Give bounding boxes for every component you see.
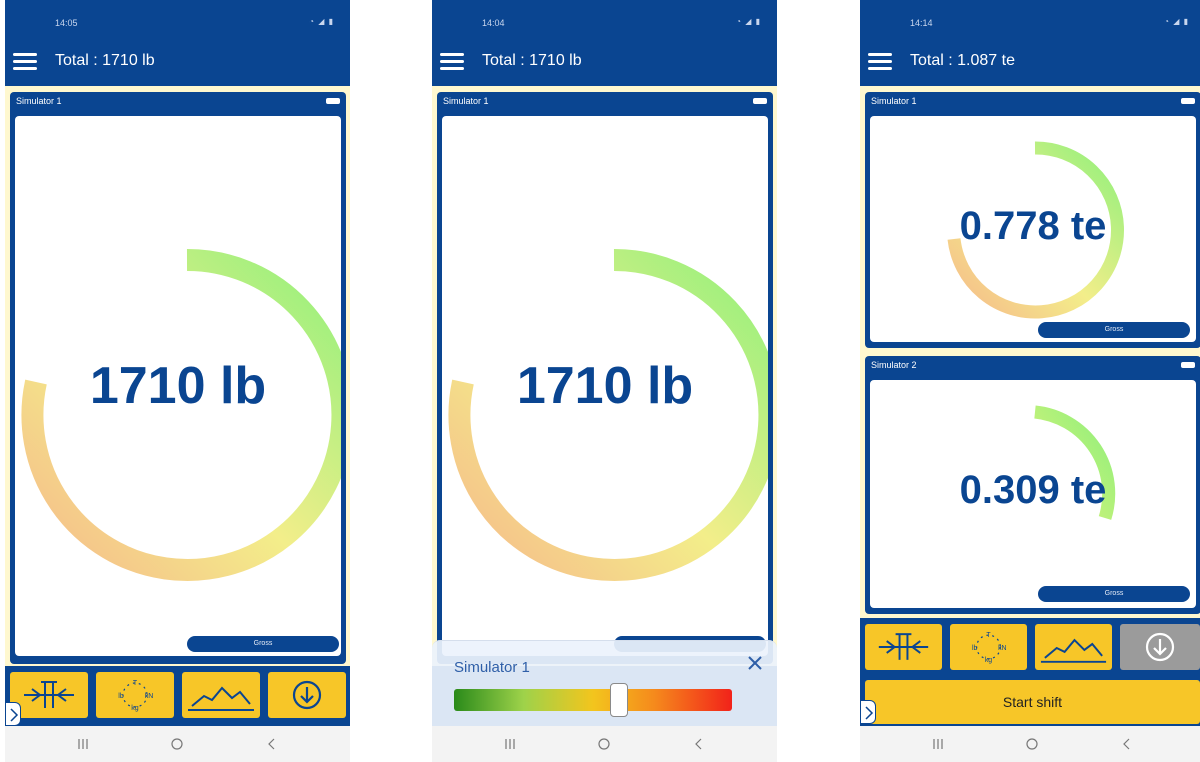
status-bar: 14:14 ◔ ◢ ▮ xyxy=(860,0,1200,40)
unit-label-bottom: kg xyxy=(131,705,139,712)
phone-screen-1: 14:05 ◔ ◢ ▮ Total : 1710 lb Simulator 1 … xyxy=(5,0,350,762)
simulator-card[interactable]: Simulator 1 1710 lb xyxy=(437,92,773,664)
unit-label-right: kN xyxy=(145,693,154,700)
signal-battery-icons: ◔ ◢ ▮ xyxy=(1164,17,1189,26)
battery-icon xyxy=(1181,98,1195,104)
system-nav-bar xyxy=(860,726,1200,762)
card-title: Simulator 1 xyxy=(16,96,62,106)
system-nav-bar xyxy=(5,726,350,762)
load-slider[interactable] xyxy=(454,683,732,717)
battery-icon xyxy=(753,98,767,104)
system-nav-bar xyxy=(432,726,777,762)
gross-badge[interactable]: Gross xyxy=(1038,322,1190,338)
sheet-title: Simulator 1 xyxy=(454,659,530,676)
load-value: 0.309 te xyxy=(959,468,1107,512)
home-icon[interactable] xyxy=(1020,734,1044,754)
battery-icon xyxy=(326,98,340,104)
graph-button[interactable] xyxy=(182,672,260,718)
slider-thumb[interactable] xyxy=(610,683,628,717)
signal-battery-icons: ◔ ◢ ▮ xyxy=(309,17,334,26)
back-icon[interactable] xyxy=(1115,734,1139,754)
simulator-bottom-sheet: Simulator 1 xyxy=(432,640,777,726)
card-title: Simulator 1 xyxy=(871,96,917,106)
phone-screen-3: 14:14 ◔ ◢ ▮ Total : 1.087 te Simulator 1… xyxy=(860,0,1200,762)
toolbar: T lb kN kg xyxy=(5,666,350,726)
card-title: Simulator 1 xyxy=(443,96,489,106)
unit-label-bottom: kg xyxy=(985,657,992,664)
card-display: 1710 lb xyxy=(442,116,768,656)
card-display: 1710 lb Gross xyxy=(15,116,341,656)
simulator-card[interactable]: Simulator 2 0.309 te Gross xyxy=(865,356,1200,614)
battery-icon xyxy=(1181,362,1195,368)
load-value: 1710 lb xyxy=(89,357,267,415)
expand-tab[interactable] xyxy=(860,700,876,724)
expand-tab[interactable] xyxy=(5,702,21,726)
back-icon[interactable] xyxy=(687,734,711,754)
simulator-card[interactable]: Simulator 1 0.778 te Gross xyxy=(865,92,1200,348)
load-value: 0.778 te xyxy=(959,204,1107,248)
page-title: Total : 1710 lb xyxy=(55,52,155,69)
recent-apps-icon[interactable] xyxy=(71,734,95,754)
home-icon[interactable] xyxy=(165,734,189,754)
start-shift-button[interactable]: Start shift xyxy=(865,680,1200,724)
page-title: Total : 1.087 te xyxy=(910,52,1015,69)
card-display: 0.778 te Gross xyxy=(870,116,1196,342)
app-bar: Total : 1710 lb xyxy=(5,40,350,86)
graph-icon xyxy=(1040,638,1107,663)
card-title: Simulator 2 xyxy=(871,360,917,370)
load-value: 1710 lb xyxy=(516,357,694,415)
download-button[interactable] xyxy=(268,672,346,718)
graph-icon xyxy=(188,686,254,711)
card-display: 0.309 te Gross xyxy=(870,380,1196,608)
close-icon[interactable] xyxy=(745,653,765,673)
graph-button[interactable] xyxy=(1035,624,1112,670)
unit-label-right: kN xyxy=(998,645,1006,652)
chevron-right-icon xyxy=(865,706,874,720)
page-title: Total : 1710 lb xyxy=(482,52,582,69)
unit-label-left: lb xyxy=(118,693,124,700)
tare-icon xyxy=(878,633,929,660)
download-button[interactable] xyxy=(1120,624,1200,670)
app-bar: Total : 1710 lb xyxy=(432,40,777,86)
menu-icon[interactable] xyxy=(868,51,894,73)
gross-badge[interactable]: Gross xyxy=(187,636,339,652)
signal-battery-icons: ◔ ◢ ▮ xyxy=(736,17,761,26)
units-button[interactable]: T lb kN kg xyxy=(950,624,1027,670)
status-time: 14:14 xyxy=(910,18,933,28)
units-button[interactable]: T lb kN kg xyxy=(96,672,174,718)
gross-badge[interactable]: Gross xyxy=(1038,586,1190,602)
status-time: 14:05 xyxy=(55,18,78,28)
status-bar: 14:04 ◔ ◢ ▮ xyxy=(432,0,777,40)
status-bar: 14:05 ◔ ◢ ▮ xyxy=(5,0,350,40)
tare-button[interactable] xyxy=(865,624,942,670)
download-icon xyxy=(1145,632,1175,662)
recent-apps-icon[interactable] xyxy=(498,734,522,754)
unit-label-left: lb xyxy=(972,645,978,652)
home-icon[interactable] xyxy=(592,734,616,754)
back-icon[interactable] xyxy=(260,734,284,754)
simulator-card[interactable]: Simulator 1 1710 lb Gross xyxy=(10,92,346,664)
units-icon: T lb kN kg xyxy=(118,680,154,712)
recent-apps-icon[interactable] xyxy=(926,734,950,754)
download-icon xyxy=(292,680,322,710)
menu-icon[interactable] xyxy=(440,51,466,73)
chevron-right-icon xyxy=(10,708,19,722)
app-bar: Total : 1.087 te xyxy=(860,40,1200,86)
phone-screen-2: 14:04 ◔ ◢ ▮ Total : 1710 lb Simulator 1 … xyxy=(432,0,777,762)
menu-icon[interactable] xyxy=(13,51,39,73)
units-icon: T lb kN kg xyxy=(972,632,1007,664)
status-time: 14:04 xyxy=(482,18,505,28)
